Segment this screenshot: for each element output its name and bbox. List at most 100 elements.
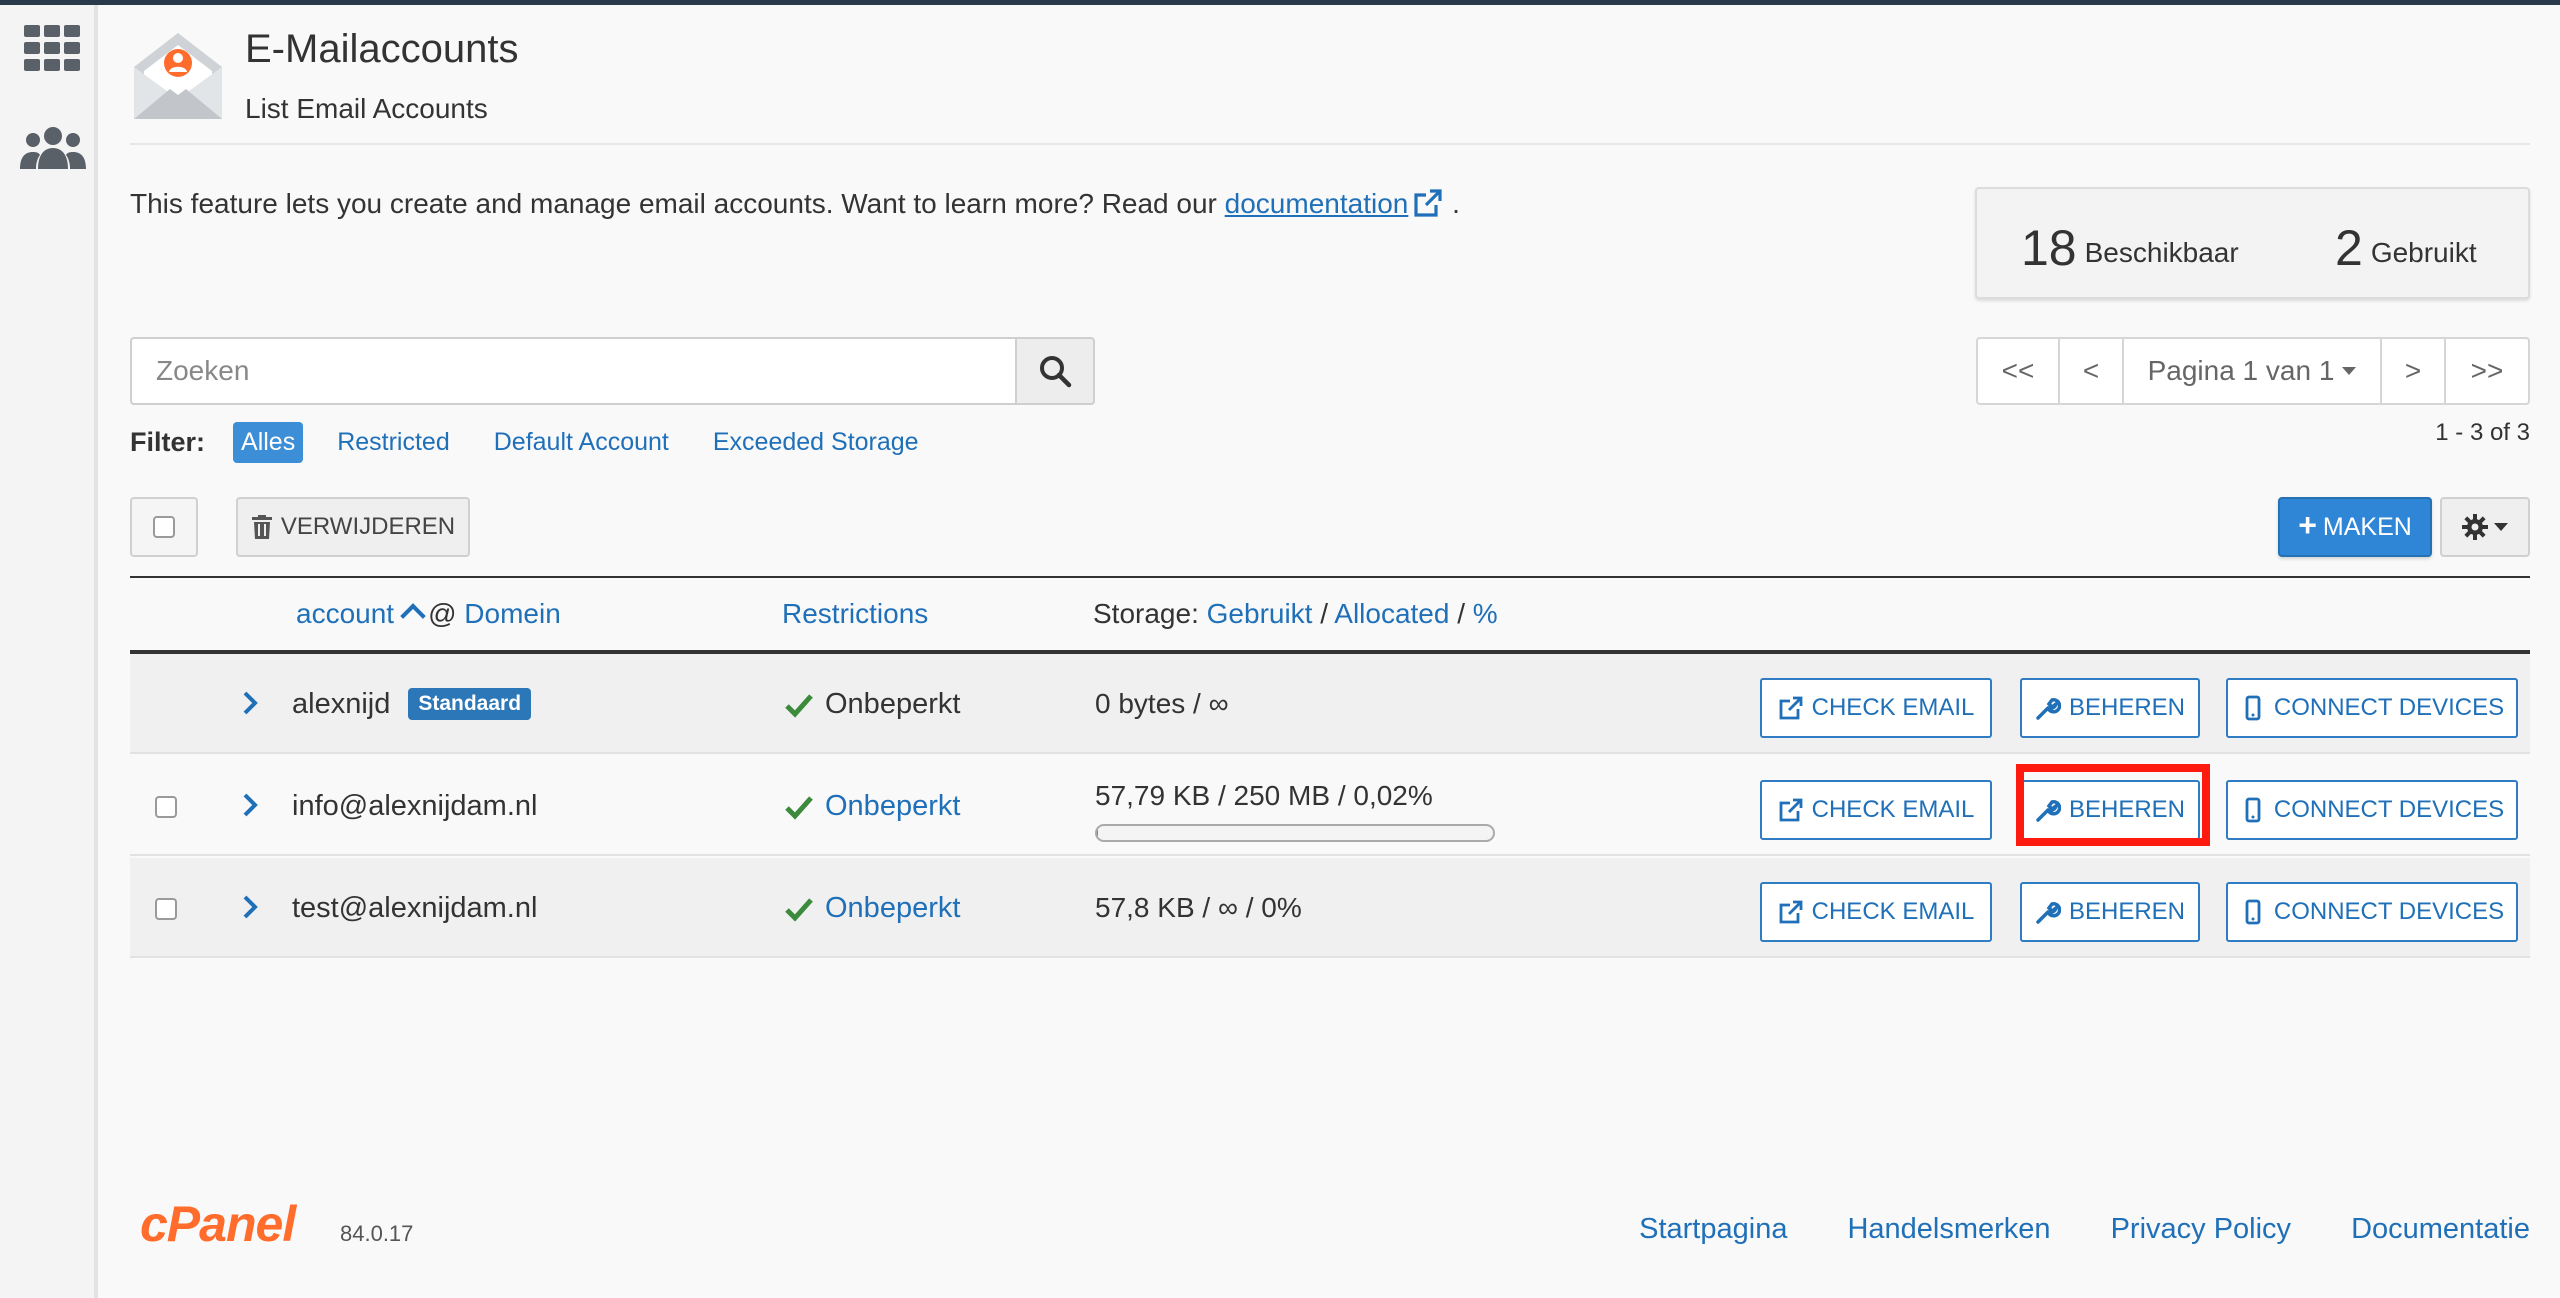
- filter-all[interactable]: Alles: [233, 421, 304, 463]
- intro-suffix: .: [1452, 188, 1460, 219]
- table-row: alexnijd Standaard Onbeperkt 0 bytes / ∞ …: [130, 654, 2530, 754]
- used-count: 2: [2335, 220, 2363, 276]
- check-email-button[interactable]: CHECK EMAIL: [1760, 882, 1992, 942]
- manage-label: BEHEREN: [2068, 796, 2186, 823]
- sort-domain-link[interactable]: Domein: [464, 598, 560, 629]
- table-header: account @ Domein Restrictions Storage: Ge…: [130, 578, 2530, 650]
- table-row: info@alexnijdam.nl Onbeperkt 57,79 KB / …: [130, 756, 2530, 856]
- checkmark-icon: [785, 795, 813, 820]
- manage-button[interactable]: BEHEREN: [2020, 780, 2200, 840]
- plus-icon: +: [2298, 507, 2317, 543]
- gear-icon: [2462, 514, 2488, 540]
- storage-usage: 57,79 KB / 250 MB / 0,02%: [1095, 780, 1433, 811]
- available-stat: 18 Beschikbaar: [2021, 219, 2239, 277]
- chevron-right-icon[interactable]: [235, 688, 265, 718]
- header-divider: [130, 143, 2530, 145]
- storage-separator: /: [1320, 598, 1329, 629]
- connect-devices-label: CONNECT DEVICES: [2273, 898, 2505, 925]
- external-link-icon[interactable]: [1412, 187, 1444, 219]
- documentation-link[interactable]: documentation: [1225, 188, 1409, 219]
- cpanel-logo[interactable]: cPanel: [140, 1195, 296, 1253]
- sort-account-link[interactable]: account: [296, 598, 394, 629]
- footer-link-documentation[interactable]: Documentatie: [2351, 1213, 2530, 1246]
- check-email-button[interactable]: CHECK EMAIL: [1760, 678, 1992, 738]
- chevron-right-icon[interactable]: [235, 892, 265, 922]
- mobile-phone-icon: [2245, 695, 2261, 721]
- row-checkbox[interactable]: [155, 898, 177, 920]
- connect-devices-button[interactable]: CONNECT DEVICES: [2226, 882, 2518, 942]
- account-email: alexnijd: [292, 688, 391, 720]
- pagination: << < Pagina 1 van 1 > >>: [1976, 337, 2530, 405]
- mobile-phone-icon: [2245, 899, 2261, 925]
- available-count: 18: [2021, 220, 2077, 276]
- storage-usage: 0 bytes / ∞: [1095, 688, 1229, 719]
- restrictions-column-header: Restrictions: [782, 598, 928, 630]
- create-account-button[interactable]: + MAKEN: [2278, 497, 2432, 557]
- select-all-checkbox[interactable]: [130, 497, 198, 557]
- search-input[interactable]: [130, 337, 1015, 405]
- external-link-icon: [1779, 696, 1803, 720]
- used-label: Gebruikt: [2370, 237, 2477, 268]
- settings-dropdown-button[interactable]: [2440, 497, 2530, 557]
- check-email-label: CHECK EMAIL: [1811, 898, 1975, 925]
- table-row: test@alexnijdam.nl Onbeperkt 57,8 KB / ∞…: [130, 858, 2530, 958]
- page-title: E-Mailaccounts: [245, 27, 519, 71]
- sort-restrictions-link[interactable]: Restrictions: [782, 598, 928, 629]
- restriction-status-link[interactable]: Onbeperkt: [825, 892, 960, 925]
- create-label: MAKEN: [2322, 512, 2412, 541]
- wrench-icon: [2036, 698, 2061, 720]
- storage-separator: /: [1457, 598, 1466, 629]
- sort-allocated-link[interactable]: Allocated: [1334, 598, 1449, 629]
- last-page-button[interactable]: >>: [2446, 337, 2530, 405]
- restriction-status-link[interactable]: Onbeperkt: [825, 790, 960, 823]
- check-email-label: CHECK EMAIL: [1811, 796, 1975, 823]
- users-group-icon[interactable]: [18, 123, 88, 173]
- default-badge: Standaard: [408, 688, 532, 720]
- sort-used-link[interactable]: Gebruikt: [1207, 598, 1313, 629]
- storage-column-header: Storage: Gebruikt / Allocated / %: [1093, 598, 1498, 630]
- footer-link-privacy[interactable]: Privacy Policy: [2111, 1213, 2292, 1246]
- account-email: test@alexnijdam.nl: [292, 892, 538, 924]
- sort-percent-link[interactable]: %: [1473, 598, 1498, 629]
- checkbox: [153, 516, 175, 538]
- footer-links: Startpagina Handelsmerken Privacy Policy…: [1579, 1213, 2530, 1246]
- filter-default-account[interactable]: Default Account: [494, 428, 669, 457]
- first-page-button[interactable]: <<: [1976, 337, 2060, 405]
- search-button[interactable]: [1015, 337, 1095, 405]
- prev-page-button[interactable]: <: [2060, 337, 2124, 405]
- side-navigation: [0, 5, 98, 1298]
- row-checkbox[interactable]: [155, 796, 177, 818]
- available-label: Beschikbaar: [2084, 237, 2239, 268]
- manage-button[interactable]: BEHEREN: [2020, 678, 2200, 738]
- manage-button[interactable]: BEHEREN: [2020, 882, 2200, 942]
- account-name: alexnijd Standaard: [292, 688, 532, 721]
- storage-prefix: Storage:: [1093, 598, 1199, 629]
- mobile-phone-icon: [2245, 797, 2261, 823]
- connect-devices-label: CONNECT DEVICES: [2273, 796, 2505, 823]
- footer-link-home[interactable]: Startpagina: [1639, 1213, 1787, 1246]
- check-email-button[interactable]: CHECK EMAIL: [1760, 780, 1992, 840]
- chevron-down-icon: [2342, 367, 2357, 375]
- connect-devices-button[interactable]: CONNECT DEVICES: [2226, 780, 2518, 840]
- next-page-button[interactable]: >: [2382, 337, 2446, 405]
- footer-link-trademarks[interactable]: Handelsmerken: [1847, 1213, 2050, 1246]
- manage-label: BEHEREN: [2068, 898, 2186, 925]
- delete-button[interactable]: VERWIJDEREN: [236, 497, 470, 557]
- account-email: info@alexnijdam.nl: [292, 790, 538, 822]
- intro-text: This feature lets you create and manage …: [130, 187, 1460, 220]
- used-stat: 2 Gebruikt: [2335, 219, 2477, 277]
- filter-restricted[interactable]: Restricted: [337, 428, 450, 457]
- filter-exceeded-storage[interactable]: Exceeded Storage: [713, 428, 919, 457]
- sort-ascending-icon[interactable]: [400, 603, 426, 629]
- restriction-status: Onbeperkt: [825, 688, 961, 720]
- storage-usage: 57,8 KB / ∞ / 0%: [1095, 892, 1302, 923]
- page-select[interactable]: Pagina 1 van 1: [2124, 337, 2382, 405]
- connect-devices-button[interactable]: CONNECT DEVICES: [2226, 678, 2518, 738]
- wrench-icon: [2036, 800, 2061, 822]
- page-subtitle: List Email Accounts: [245, 93, 488, 124]
- chevron-right-icon[interactable]: [235, 790, 265, 820]
- grid-apps-icon[interactable]: [22, 23, 82, 73]
- intro-sentence: This feature lets you create and manage …: [130, 188, 1225, 219]
- chevron-down-icon: [2494, 523, 2508, 531]
- connect-devices-label: CONNECT DEVICES: [2273, 694, 2505, 721]
